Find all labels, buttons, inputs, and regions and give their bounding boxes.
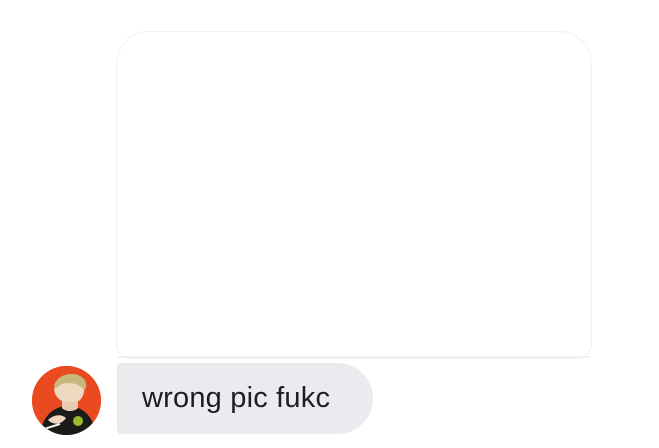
avatar-illustration-icon — [32, 366, 101, 435]
message-text: wrong pic fukc — [142, 382, 331, 414]
message-bubble[interactable]: wrong pic fukc — [117, 363, 373, 434]
chat-thread: wrong pic fukc — [0, 0, 659, 448]
message-image-attachment[interactable] — [117, 32, 591, 358]
sender-avatar[interactable] — [32, 366, 101, 435]
